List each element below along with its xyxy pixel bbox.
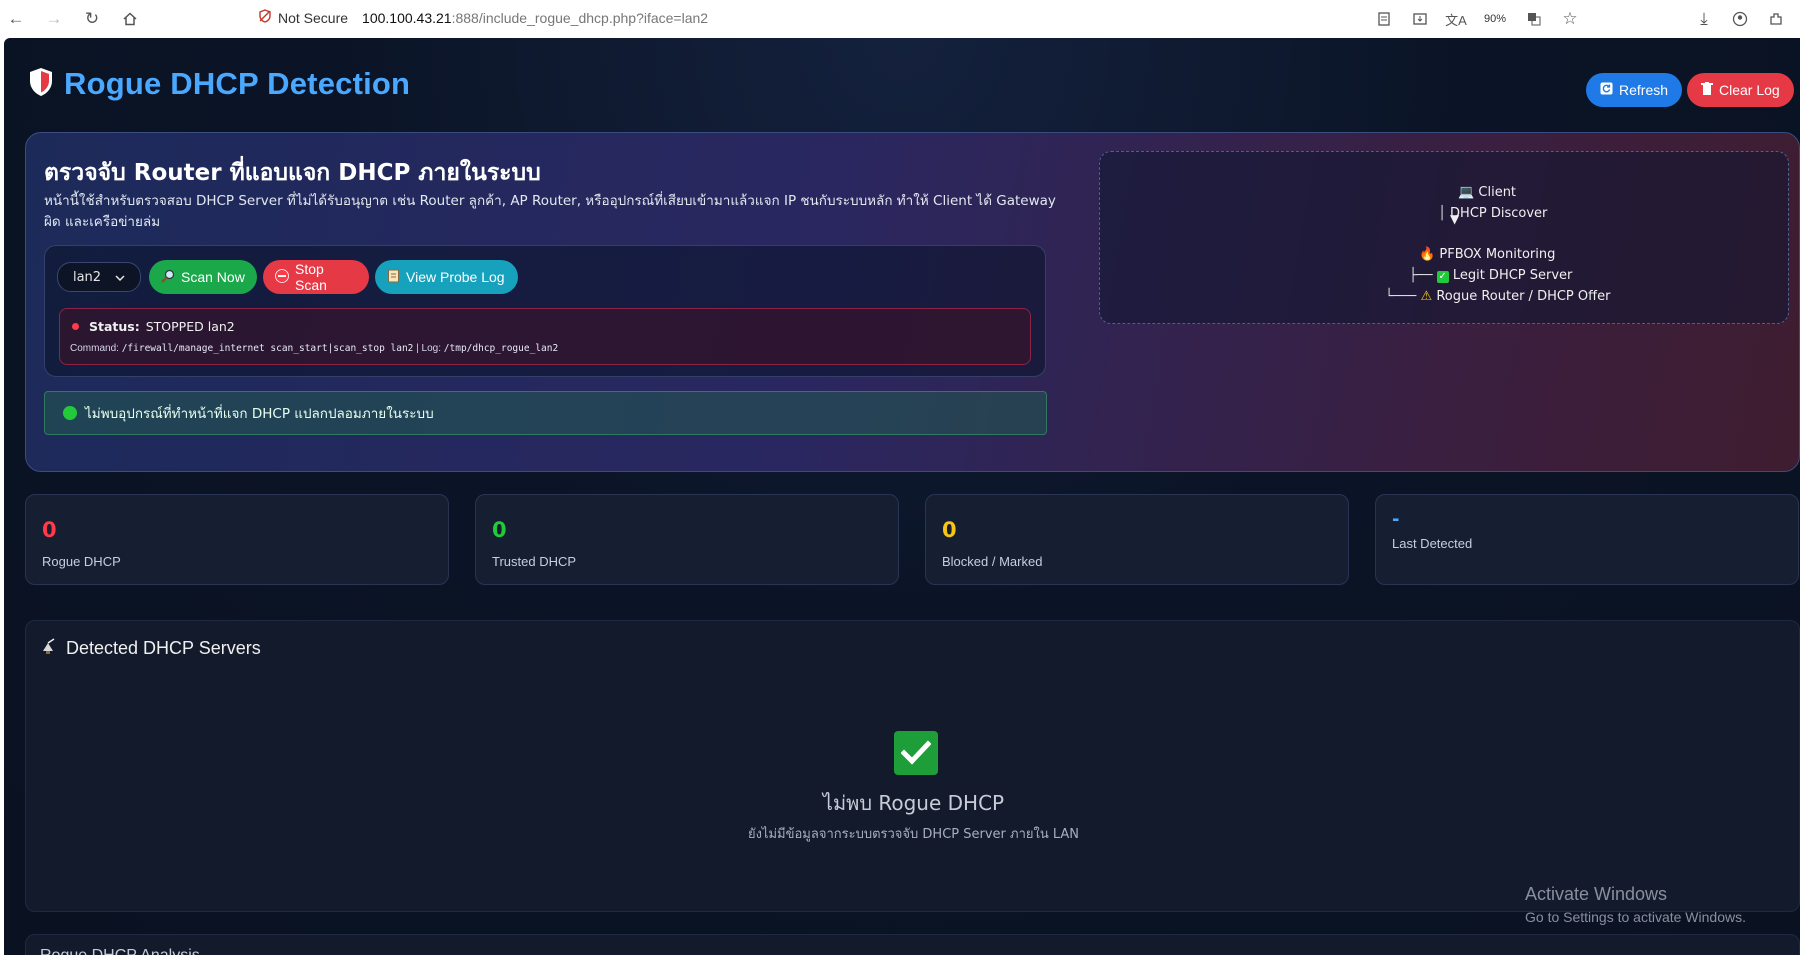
hero-panel: ตรวจจับ Router ที่แอบแจก DHCP ภายในระบบ … <box>25 132 1800 472</box>
satellite-antenna-icon <box>40 637 58 660</box>
not-secure-icon <box>258 9 272 26</box>
empty-state-title: ไม่พบ Rogue DHCP <box>822 791 1005 815</box>
status-indicator-dot <box>72 323 79 330</box>
chevron-down-icon <box>115 270 125 285</box>
dhcp-flow-diagram: 💻 Client │ DHCP Discover ▼ 🔥 PFBOX Monit… <box>1099 151 1789 324</box>
stat-last-detected-label: Last Detected <box>1392 536 1473 551</box>
scan-now-label: Scan Now <box>181 269 245 285</box>
clear-log-label: Clear Log <box>1719 82 1780 98</box>
view-probe-log-label: View Probe Log <box>406 269 505 285</box>
refresh-icon <box>1600 82 1613 98</box>
analysis-panel: Rogue DHCP Analysis <box>25 934 1800 955</box>
hero-heading: ตรวจจับ Router ที่แอบแจก DHCP ภายในระบบ <box>44 160 541 186</box>
shield-icon <box>28 67 54 101</box>
security-label[interactable]: Not Secure <box>278 10 348 26</box>
stat-blocked-value: 0 <box>942 518 957 542</box>
watermark-line1: Activate Windows <box>1525 884 1668 904</box>
scroll-icon <box>387 269 400 286</box>
forward-icon[interactable]: → <box>40 5 68 33</box>
hero-description: หน้านี้ใช้สำหรับตรวจสอบ DHCP Server ที่ไ… <box>44 193 1056 230</box>
page-title: Rogue DHCP Detection <box>64 66 411 101</box>
refresh-button[interactable]: Refresh <box>1586 73 1683 107</box>
favorite-star-icon[interactable]: ☆ <box>1556 5 1584 33</box>
check-mark-icon <box>894 731 938 775</box>
stop-scan-label: Stop Scan <box>295 261 327 293</box>
translate-icon[interactable]: 文A <box>1442 5 1470 33</box>
command-label: Command: <box>70 343 119 354</box>
browser-actions: 文A 90% ☆ ⤓ <box>1370 5 1790 33</box>
green-circle-icon <box>63 406 77 420</box>
empty-state-subtitle: ยังไม่มีข้อมูลจากระบบตรวจจับ DHCP Server… <box>747 827 1080 842</box>
stat-trusted-value: 0 <box>492 518 507 542</box>
profile-icon[interactable] <box>1726 5 1754 33</box>
clear-log-button[interactable]: Clear Log <box>1687 73 1794 107</box>
scan-control-card: lan2 Scan Now Stop Scan View Probe Log S… <box>44 245 1046 377</box>
status-line: Status: STOPPED lan2 <box>72 319 235 334</box>
flow-rogue: Rogue Router / DHCP Offer <box>1436 289 1611 304</box>
no-rogue-banner: ไม่พบอุปกรณ์ที่ทำหน้าที่แจก DHCP แปลกปลอ… <box>44 391 1047 435</box>
extensions-icon[interactable] <box>1762 5 1790 33</box>
flow-rogue-row: └─── ⚠ Rogue Router / DHCP Offer <box>1385 289 1611 304</box>
detected-servers-panel: Detected DHCP Servers ไม่พบ Rogue DHCP ย… <box>25 620 1800 912</box>
browser-nav: ← → ↻ <box>2 5 144 33</box>
analysis-panel-title: Rogue DHCP Analysis <box>40 947 200 955</box>
flow-discover: DHCP Discover <box>1450 206 1548 221</box>
detected-servers-header: Detected DHCP Servers <box>40 637 261 660</box>
page-header: Rogue DHCP Detection <box>28 66 410 102</box>
url-host: 100.100.43.21 <box>362 9 452 26</box>
translate-page-icon[interactable] <box>1520 5 1548 33</box>
view-probe-log-button[interactable]: View Probe Log <box>375 260 518 294</box>
windows-activation-watermark: Activate Windows Go to Settings to activ… <box>1525 884 1746 925</box>
reload-icon[interactable]: ↻ <box>78 5 106 33</box>
interface-select[interactable]: lan2 <box>57 262 141 292</box>
save-page-icon[interactable] <box>1406 5 1434 33</box>
log-label: | Log: <box>416 343 442 354</box>
stop-scan-button[interactable]: Stop Scan <box>263 260 369 294</box>
command-line: Command: /firewall/manage_internet scan_… <box>70 343 558 354</box>
zoom-level[interactable]: 90% <box>1478 13 1512 25</box>
back-icon[interactable]: ← <box>2 5 30 33</box>
no-entry-icon <box>275 268 289 286</box>
status-value: STOPPED lan2 <box>145 319 235 334</box>
stat-rogue-label: Rogue DHCP <box>42 554 121 569</box>
downloads-icon[interactable]: ⤓ <box>1690 5 1718 33</box>
stat-card-rogue: 0 Rogue DHCP <box>25 494 449 585</box>
stat-card-trusted: 0 Trusted DHCP <box>475 494 899 585</box>
url-path: :888/include_rogue_dhcp.php?iface=lan2 <box>451 9 709 26</box>
stat-last-detected-value: - <box>1392 509 1400 530</box>
scan-now-button[interactable]: Scan Now <box>149 260 257 294</box>
home-icon[interactable] <box>116 5 144 33</box>
no-rogue-message: ไม่พบอุปกรณ์ที่ทำหน้าที่แจก DHCP แปลกปลอ… <box>85 406 434 422</box>
flow-arrow: ▼ <box>1450 212 1460 226</box>
browser-toolbar: ← → ↻ Not Secure 100.100.43.21:888/inclu… <box>0 0 1800 38</box>
interface-select-value: lan2 <box>72 269 102 285</box>
watermark-line2: Go to Settings to activate Windows. <box>1525 909 1746 925</box>
refresh-label: Refresh <box>1619 82 1669 98</box>
status-label: Status: <box>89 319 140 334</box>
magnifier-icon <box>161 269 175 286</box>
trash-icon <box>1701 81 1713 99</box>
stat-blocked-label: Blocked / Marked <box>942 554 1043 569</box>
warning-icon: ⚠ <box>1420 289 1433 304</box>
log-path: /tmp/dhcp_rogue_lan2 <box>443 343 559 354</box>
stat-card-blocked: 0 Blocked / Marked <box>925 494 1349 585</box>
command-value: /firewall/manage_internet scan_start|sca… <box>121 343 414 354</box>
stat-rogue-value: 0 <box>42 518 57 542</box>
detected-servers-title: Detected DHCP Servers <box>66 638 261 658</box>
stat-card-last-detected: - Last Detected <box>1375 494 1799 585</box>
reader-view-icon[interactable] <box>1370 5 1398 33</box>
flow-discover-row: │ DHCP Discover <box>1438 206 1548 221</box>
scan-status-box: Status: STOPPED lan2 Command: /firewall/… <box>59 308 1031 365</box>
address-bar[interactable]: Not Secure 100.100.43.21:888/include_rog… <box>258 9 708 26</box>
stat-trusted-label: Trusted DHCP <box>492 554 577 569</box>
app-container: Rogue DHCP Detection Refresh Clear Log ต… <box>4 38 1800 955</box>
